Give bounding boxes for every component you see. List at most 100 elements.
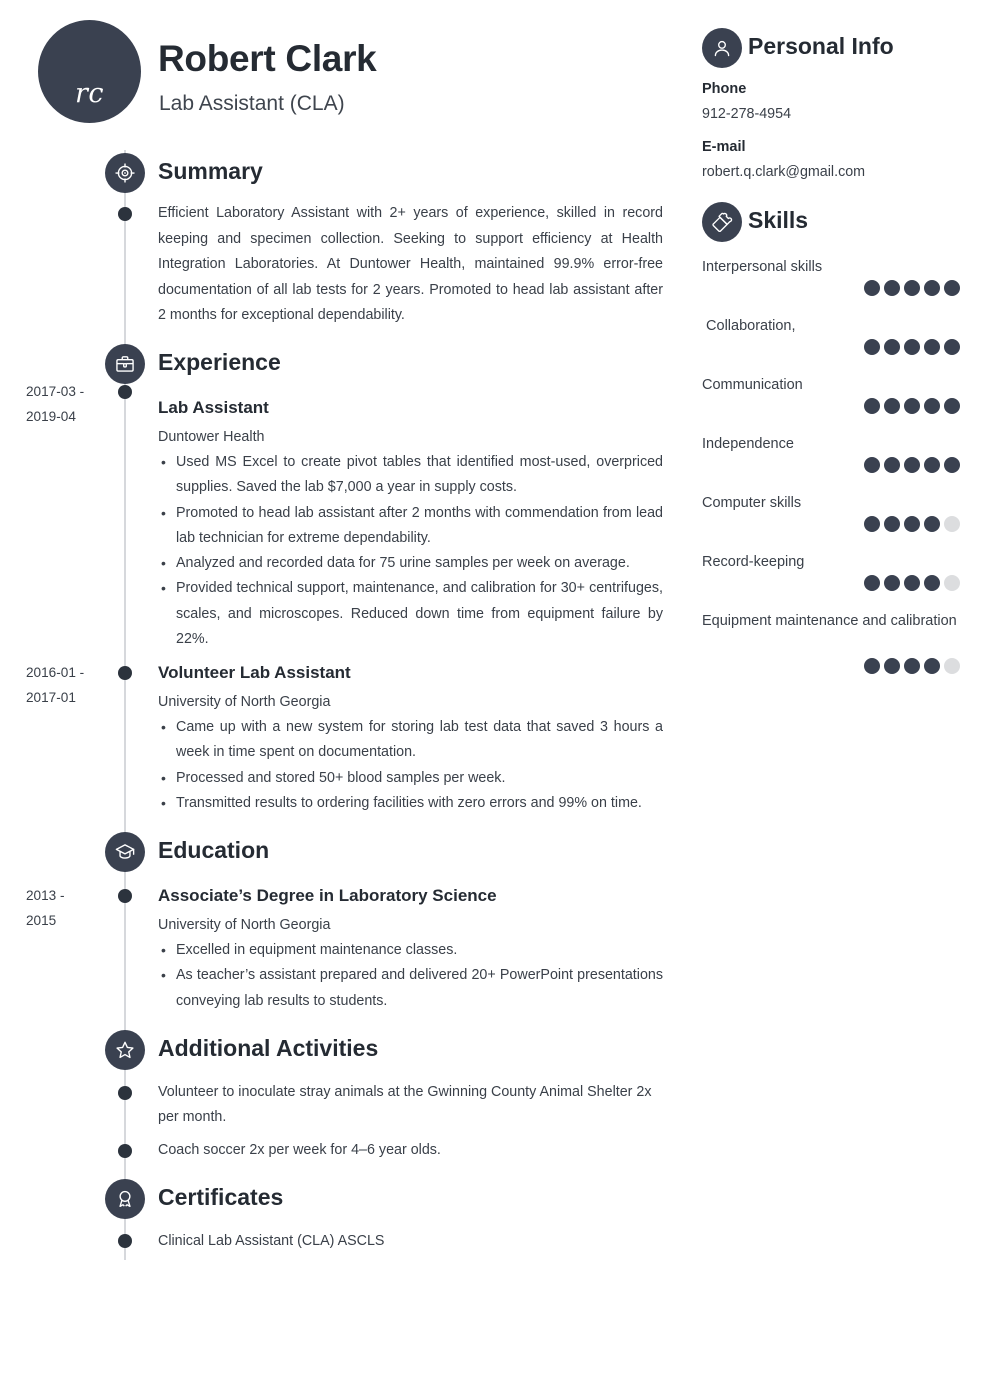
entry-organization: Duntower Health: [158, 429, 265, 445]
rating-dot: [864, 280, 880, 296]
rating-dot: [864, 398, 880, 414]
list-item: As teacher’s assistant prepared and deli…: [160, 963, 663, 1014]
rating-dot: [924, 398, 940, 414]
rating-dot: [924, 575, 940, 591]
list-item: Promoted to head lab assistant after 2 m…: [160, 501, 663, 552]
resume-page: rc Robert Clark Lab Assistant (CLA) Summ…: [0, 0, 990, 1400]
entry-title: Lab Assistant: [158, 398, 269, 417]
section-title-certificates: Certificates: [158, 1184, 284, 1210]
target-icon: [105, 153, 145, 193]
skill-label: Communication: [702, 377, 803, 393]
section-summary-header: Summary: [0, 153, 690, 195]
rating-dot: [864, 658, 880, 674]
rating-dot: [884, 516, 900, 532]
rating-dot: [944, 280, 960, 296]
sidebar-column: Personal Info Phone 912-278-4954 E-mail …: [690, 0, 990, 1400]
avatar: rc: [38, 20, 141, 123]
entry-date: 2017-03 - 2019-04: [26, 379, 118, 429]
star-icon: [105, 1030, 145, 1070]
info-label-phone: Phone: [702, 81, 747, 97]
rating-dot: [944, 398, 960, 414]
rating-dot: [884, 398, 900, 414]
entry-bullets: Used MS Excel to create pivot tables tha…: [160, 450, 663, 652]
entry-organization: University of North Georgia: [158, 694, 331, 710]
section-additional-activities-header: Additional Activities: [0, 1030, 690, 1072]
list-item: Transmitted results to ordering faciliti…: [160, 791, 663, 817]
rating-dot: [944, 339, 960, 355]
graduation-cap-icon: [105, 832, 145, 872]
rating-dot: [944, 457, 960, 473]
skill-rating: [864, 658, 960, 674]
summary-text: Efficient Laboratory Assistant with 2+ y…: [158, 205, 663, 324]
entry-title: Associate’s Degree in Laboratory Science: [158, 886, 497, 905]
avatar-initials: rc: [74, 78, 105, 109]
section-title-personal-info: Personal Info: [748, 33, 894, 59]
list-item: Came up with a new system for storing la…: [160, 715, 663, 766]
skill-label: Equipment maintenance and calibration: [702, 613, 957, 629]
timeline-dot: [118, 889, 132, 903]
skill-label: Computer skills: [702, 495, 802, 511]
info-value-phone[interactable]: 912-278-4954: [702, 106, 791, 122]
list-item: Excelled in equipment maintenance classe…: [160, 938, 663, 964]
section-title-experience: Experience: [158, 349, 281, 375]
section-certificates-header: Certificates: [0, 1179, 690, 1221]
timeline-dot: [118, 1086, 132, 1100]
rating-dot: [904, 398, 920, 414]
entry-date: 2013 - 2015: [26, 883, 118, 933]
entry-date-end: 2017-01: [26, 690, 76, 705]
entry-date-start: 2016-01 -: [26, 665, 85, 680]
skill-rating: [864, 398, 960, 414]
rating-dot: [924, 280, 940, 296]
rating-dot: [884, 280, 900, 296]
section-title-skills: Skills: [748, 207, 809, 233]
section-title-summary: Summary: [158, 158, 263, 184]
main-column: rc Robert Clark Lab Assistant (CLA) Summ…: [0, 0, 690, 1400]
briefcase-icon: [105, 344, 145, 384]
rating-dot: [904, 575, 920, 591]
person-icon: [702, 28, 742, 68]
skill-label: Interpersonal skills: [702, 259, 823, 275]
skill-label: Record-keeping: [702, 554, 805, 570]
section-title-additional-activities: Additional Activities: [158, 1035, 379, 1061]
award-icon: [105, 1179, 145, 1219]
section-skills-header: Skills: [690, 202, 990, 244]
job-title: Lab Assistant (CLA): [159, 92, 345, 115]
list-item: Provided technical support, maintenance,…: [160, 576, 663, 652]
timeline-dot: [118, 666, 132, 680]
entry-date-end: 2015: [26, 913, 57, 928]
rating-dot: [884, 457, 900, 473]
rating-dot: [864, 457, 880, 473]
list-item: Analyzed and recorded data for 75 urine …: [160, 551, 663, 577]
entry-title: Volunteer Lab Assistant: [158, 663, 351, 682]
entry-bullets: Excelled in equipment maintenance classe…: [160, 938, 663, 1014]
info-value-email[interactable]: robert.q.clark@gmail.com: [702, 164, 865, 180]
list-item: Processed and stored 50+ blood samples p…: [160, 766, 663, 792]
entry-organization: University of North Georgia: [158, 917, 331, 933]
timeline-dot: [118, 1234, 132, 1248]
skill-rating: [864, 575, 960, 591]
skill-rating: [864, 280, 960, 296]
rating-dot: [884, 339, 900, 355]
list-item: Used MS Excel to create pivot tables tha…: [160, 450, 663, 501]
rating-dot: [864, 516, 880, 532]
rating-dot: [904, 457, 920, 473]
timeline-dot: [118, 385, 132, 399]
certificate-item: Clinical Lab Assistant (CLA) ASCLS: [158, 1233, 385, 1249]
rating-dot: [884, 575, 900, 591]
entry-date-end: 2019-04: [26, 409, 76, 424]
resume-header: rc Robert Clark Lab Assistant (CLA): [38, 20, 678, 130]
skill-label: Collaboration,: [702, 318, 796, 334]
activity-item: Volunteer to inoculate stray animals at …: [158, 1084, 652, 1126]
rating-dot: [884, 658, 900, 674]
activity-item: Coach soccer 2x per week for 4–6 year ol…: [158, 1142, 441, 1158]
puzzle-icon: [702, 202, 742, 242]
rating-dot: [864, 575, 880, 591]
entry-date-start: 2013 -: [26, 888, 65, 903]
rating-dot: [904, 516, 920, 532]
entry-date: 2016-01 - 2017-01: [26, 660, 118, 710]
skill-label: Independence: [702, 436, 794, 452]
rating-dot: [924, 516, 940, 532]
timeline-dot: [118, 207, 132, 221]
skill-rating: [864, 339, 960, 355]
rating-dot: [904, 280, 920, 296]
